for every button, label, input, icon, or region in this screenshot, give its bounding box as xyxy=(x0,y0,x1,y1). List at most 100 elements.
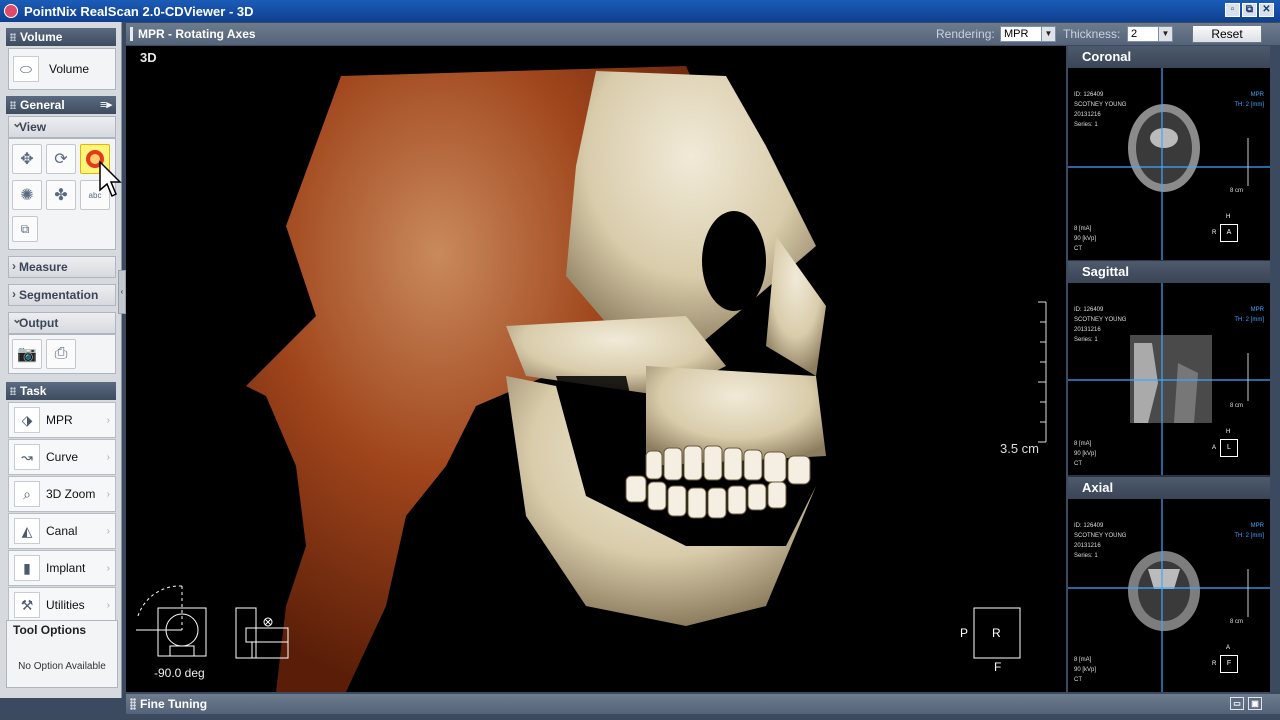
fan-tool-button[interactable]: ✤ xyxy=(46,180,76,210)
mode-tag: MPR xyxy=(1250,92,1264,98)
sagittal-acquisition-info: 8 [mA] 90 [kVp] CT xyxy=(1074,439,1096,469)
view-mode-title: MPR - Rotating Axes xyxy=(130,23,256,45)
task-mpr-button[interactable]: ⬗ MPR › xyxy=(8,402,116,438)
task-utilities-label: Utilities xyxy=(46,598,85,612)
rendering-select[interactable]: MPR ▼ xyxy=(1000,26,1056,42)
close-button[interactable]: ✕ xyxy=(1259,3,1274,17)
camera-icon: 📷 xyxy=(17,346,37,363)
patient-id: ID: 126409 xyxy=(1074,523,1104,529)
task-section-header[interactable]: Task xyxy=(6,382,116,400)
layout-button[interactable]: ▭ xyxy=(1230,697,1244,710)
measure-header-label: Measure xyxy=(19,260,68,274)
move-icon: ✥ xyxy=(20,151,34,168)
mode-tag: MPR xyxy=(1250,523,1264,529)
thickness-tag: TH: 2 [mm] xyxy=(1234,102,1264,108)
output-subheader[interactable]: Output xyxy=(8,309,116,334)
axial-title: Axial xyxy=(1082,480,1114,495)
3d-view-title: 3D xyxy=(140,50,157,65)
tool-options-title: Tool Options xyxy=(13,623,87,637)
skull-3d-rendering xyxy=(136,66,1047,692)
orientation-left-label: R xyxy=(1212,230,1217,236)
measure-subheader[interactable]: Measure xyxy=(8,256,116,278)
print-button[interactable]: ⎙ xyxy=(46,339,76,369)
fine-tuning-bar[interactable]: Fine Tuning ▭ ▣ xyxy=(126,694,1280,714)
rotation-angle-label: -90.0 deg xyxy=(154,666,205,680)
thickness-tag: TH: 2 [mm] xyxy=(1234,533,1264,539)
thickness-select[interactable]: 2 ▼ xyxy=(1127,26,1173,42)
orientation-box: F xyxy=(1220,655,1238,673)
task-utilities-button[interactable]: ⚒ Utilities › xyxy=(8,587,116,623)
rotate-tool-button[interactable]: ⟳ xyxy=(46,144,76,174)
fan-icon: ✤ xyxy=(54,187,68,204)
view-header-label: View xyxy=(19,120,47,134)
mouse-cursor-icon xyxy=(99,160,122,198)
sagittal-patient-info: ID: 126409 SCOTNEY YOUNG 20131216 Series… xyxy=(1074,305,1126,345)
modality-value: CT xyxy=(1074,461,1082,467)
expand-button[interactable]: ▣ xyxy=(1248,697,1262,710)
move-tool-button[interactable]: ✥ xyxy=(12,144,42,174)
general-section-header[interactable]: General ≡▸ xyxy=(6,96,116,114)
canal-icon: ◭ xyxy=(14,518,40,544)
segmentation-subheader[interactable]: Segmentation xyxy=(8,284,116,306)
axial-mode-tags: MPR TH: 2 [mm] xyxy=(1234,521,1264,541)
ma-value: 8 [mA] xyxy=(1074,226,1092,232)
task-curve-button[interactable]: ↝ Curve › xyxy=(8,439,116,475)
tool-options-panel: Tool Options No Option Available xyxy=(6,620,118,688)
chevron-down-icon[interactable]: ▼ xyxy=(1041,27,1055,41)
restore-button[interactable]: ⧉ xyxy=(1242,3,1257,17)
left-toolbar-panel: Volume ⬭ Volume General ≡▸ View ✥ ⟳ ✺ ✤ … xyxy=(0,22,122,698)
kvp-value: 90 [kVp] xyxy=(1074,451,1097,457)
reset-button[interactable]: Reset xyxy=(1192,25,1262,43)
general-header-label: General xyxy=(20,98,65,112)
orientation-box: A xyxy=(1220,224,1238,242)
thickness-value: 2 xyxy=(1131,28,1138,40)
printer-icon: ⎙ xyxy=(54,345,68,362)
patient-id: ID: 126409 xyxy=(1074,307,1104,313)
orientation-left-label: R xyxy=(1212,661,1217,667)
patient-name: SCOTNEY YOUNG xyxy=(1074,317,1127,323)
title-bar: PointNix RealScan 2.0-CDViewer - 3D ▫ ⧉ … xyxy=(0,0,1280,22)
screenshot-button[interactable]: 📷 xyxy=(12,339,42,369)
sagittal-mode-tags: MPR TH: 2 [mm] xyxy=(1234,305,1264,325)
maximize-button[interactable]: ▫ xyxy=(1225,3,1240,17)
light-tool-button[interactable]: ✺ xyxy=(12,180,42,210)
patient-name: SCOTNEY YOUNG xyxy=(1074,102,1127,108)
orientation-box: L xyxy=(1220,439,1238,457)
patient-name: SCOTNEY YOUNG xyxy=(1074,533,1127,539)
volume-cylinder-icon: ⬭ xyxy=(13,56,39,82)
volume-button[interactable]: ⬭ Volume xyxy=(13,53,111,85)
task-3dzoom-button[interactable]: ⌕ 3D Zoom › xyxy=(8,476,116,512)
3d-view-viewport[interactable]: 3D 3.5 cm -90.0 deg P R F xyxy=(126,46,1066,692)
coronal-patient-info: ID: 126409 SCOTNEY YOUNG 20131216 Series… xyxy=(1074,90,1126,130)
orientation-center-label: R xyxy=(992,626,1001,640)
chevron-down-icon[interactable]: ▼ xyxy=(1158,27,1172,41)
sagittal-scale-label: 8 cm xyxy=(1230,403,1244,409)
thickness-label: Thickness: xyxy=(1063,27,1121,41)
study-date: 20131216 xyxy=(1074,543,1101,549)
axial-view[interactable]: ID: 126409 SCOTNEY YOUNG 20131216 Series… xyxy=(1068,499,1270,692)
app-window: PointNix RealScan 2.0-CDViewer - 3D ▫ ⧉ … xyxy=(0,0,1280,720)
segmentation-header-label: Segmentation xyxy=(19,288,99,302)
mpr-views-column: Coronal ID: 126409 SCOTNEY YOUNG 2013121… xyxy=(1068,46,1270,692)
utilities-icon: ⚒ xyxy=(14,592,40,618)
volume-section-header[interactable]: Volume xyxy=(6,28,116,46)
task-3dzoom-label: 3D Zoom xyxy=(46,487,96,501)
section-menu-icon[interactable]: ≡▸ xyxy=(100,96,112,114)
copy-tool-button[interactable]: ⧉ xyxy=(12,216,38,242)
coronal-view[interactable]: ID: 126409 SCOTNEY YOUNG 20131216 Series… xyxy=(1068,68,1270,260)
sagittal-view[interactable]: ID: 126409 SCOTNEY YOUNG 20131216 Series… xyxy=(1068,283,1270,475)
app-logo-icon xyxy=(4,4,18,18)
view-toolbar: MPR - Rotating Axes Rendering: MPR ▼ Thi… xyxy=(126,23,1280,45)
zoom3d-icon: ⌕ xyxy=(14,481,40,507)
sagittal-title: Sagittal xyxy=(1082,264,1129,279)
coronal-acquisition-info: 8 [mA] 90 [kVp] CT xyxy=(1074,224,1096,254)
view-subheader[interactable]: View xyxy=(8,113,116,138)
series-number: Series: 1 xyxy=(1074,337,1098,343)
orientation-bottom-label: F xyxy=(994,660,1002,674)
task-canal-button[interactable]: ◭ Canal › xyxy=(8,513,116,549)
sagittal-header: Sagittal xyxy=(1068,261,1270,283)
panel-collapse-handle[interactable]: ‹ xyxy=(118,270,126,314)
coronal-header: Coronal xyxy=(1068,46,1270,68)
task-implant-button[interactable]: ▮ Implant › xyxy=(8,550,116,586)
implant-icon: ▮ xyxy=(14,555,40,581)
